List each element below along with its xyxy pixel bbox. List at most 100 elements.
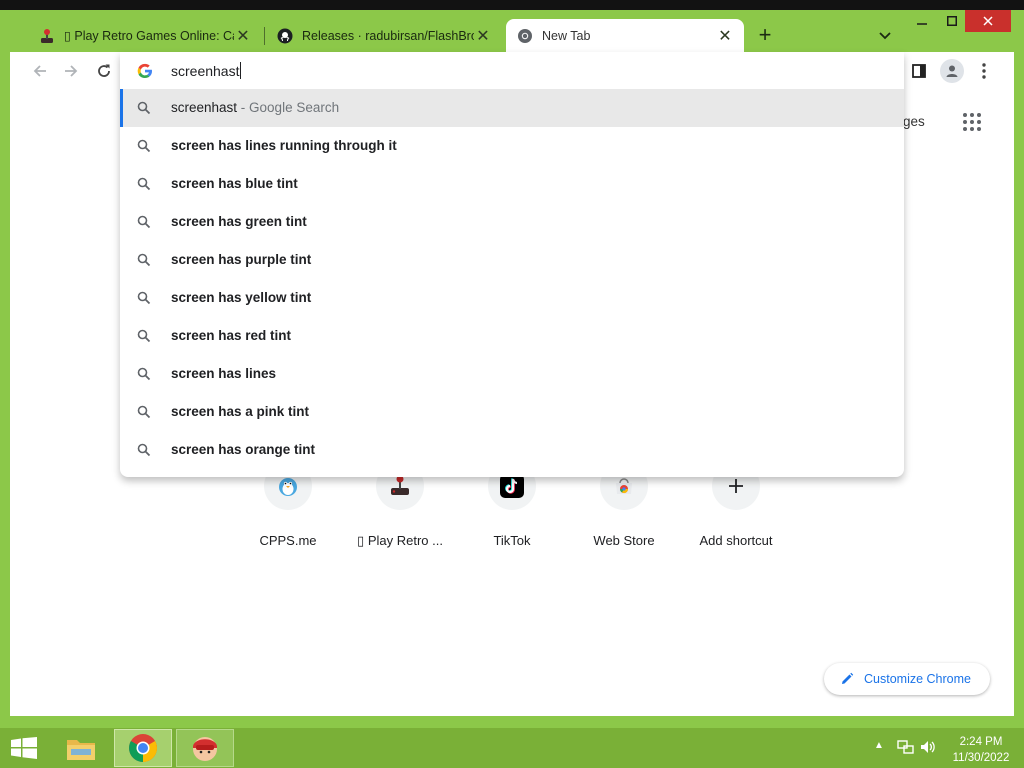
suggestion-bold-text: screen has green tint [171,214,307,229]
close-icon [983,16,993,26]
customize-chrome-button[interactable]: Customize Chrome [824,663,990,695]
taskbar-file-explorer[interactable] [52,729,110,767]
chrome-icon [516,27,534,45]
close-tab-icon[interactable]: ✕ [716,27,734,45]
close-tab-icon[interactable]: ✕ [474,27,492,45]
suggestion-text: screen has yellow tint [171,290,311,305]
suggestion-item[interactable]: screen has lines running through it [120,127,904,165]
suggestion-text: screen has lines [171,366,276,381]
network-icon[interactable] [897,738,915,756]
joystick-icon [391,475,409,495]
taskbar-flash-browser[interactable] [176,729,234,767]
pencil-icon [842,672,854,684]
shortcut-label: ▯ Play Retro ... [357,533,443,548]
plus-icon [729,479,743,493]
google-apps-button[interactable] [960,110,984,134]
suggestion-text: screen has orange tint [171,442,315,457]
folder-icon [67,740,95,760]
forward-button[interactable] [58,58,84,84]
suggestion-text: screenhast - Google Search [171,100,339,115]
tab-title: Releases · radubirsan/FlashBrows [302,28,474,43]
text-caret [240,62,241,79]
maximize-button[interactable] [935,10,969,32]
suggestion-text: screen has red tint [171,328,291,343]
reload-icon [98,64,110,77]
suggestion-item[interactable]: screen has blue tint [120,165,904,203]
search-icon [137,291,151,305]
arrow-left-icon [33,65,46,77]
volume-icon[interactable] [919,738,937,756]
minimize-button[interactable] [905,10,939,32]
tab-new-tab[interactable]: New Tab ✕ [506,19,744,52]
github-icon [276,27,294,45]
close-window-button[interactable] [965,10,1011,32]
tab-title: New Tab [542,28,591,43]
address-bar-input[interactable] [171,63,871,79]
suggestion-item[interactable]: screen has lines [120,355,904,393]
search-icon [137,101,151,115]
tab-divider [264,27,265,45]
suggestion-item[interactable]: screen has yellow tint [120,279,904,317]
profile-button[interactable] [940,59,964,83]
shortcut-label: TikTok [493,533,531,548]
tab-retro-games[interactable]: ▯ Play Retro Games Online: Cate ✕ [28,19,262,52]
joystick-icon [38,27,56,45]
suggestion-text: screen has blue tint [171,176,298,191]
suggestion-bold-text: screen has orange tint [171,442,316,457]
suggestion-bold-text: screen has lines running through it [171,138,397,153]
maximize-icon [947,16,957,26]
suggestion-item[interactable]: screen has red tint [120,317,904,355]
tab-title: ▯ Play Retro Games Online: Cate [64,29,234,43]
minimize-icon [917,23,927,25]
suggestion-item[interactable]: screen has a pink tint [120,393,904,431]
avatar-icon [946,65,958,77]
tab-releases[interactable]: Releases · radubirsan/FlashBrows ✕ [266,19,502,52]
customize-label: Customize Chrome [864,672,971,686]
suggestion-suffix: - Google Search [237,100,340,115]
flash-app-icon [193,737,217,761]
taskbar-clock[interactable]: 2:24 PM 11/30/2022 [948,734,1014,766]
suggestion-text: screen has purple tint [171,252,311,267]
tab-search-button[interactable] [874,26,896,46]
google-g-icon [137,63,153,79]
shortcut-label: Web Store [593,533,655,548]
suggestion-item[interactable]: screen has orange tint [120,431,904,469]
suggestion-item[interactable]: screen has green tint [120,203,904,241]
clock-date: 11/30/2022 [952,752,1010,764]
search-icon [137,329,151,343]
suggestion-text: screen has a pink tint [171,404,309,419]
more-vert-icon [982,63,986,79]
start-button[interactable] [8,734,40,762]
search-icon [137,215,151,229]
suggestion-search-query[interactable]: screenhast - Google Search [120,89,904,127]
suggestion-item[interactable]: screen has purple tint [120,241,904,279]
suggestion-query: screenhast [171,100,238,115]
suggestion-bold-text: screen has blue tint [171,176,298,191]
search-icon [137,139,151,153]
search-icon [137,177,151,191]
shortcut-label: CPPS.me [259,533,317,548]
chevron-down-icon [879,32,891,40]
suggestion-bold-text: screen has a pink tint [171,404,310,419]
suggestion-bold-text: screen has purple tint [171,252,312,267]
back-button[interactable] [27,58,53,84]
search-icon [137,443,151,457]
suggestion-bold-text: screen has yellow tint [171,290,312,305]
chrome-logo-icon [129,734,157,762]
tray-expand-icon[interactable]: ▲ [874,740,884,751]
clock-time: 2:24 PM [959,736,1003,748]
webstore-icon [616,478,632,494]
suggestion-bold-text: screen has red tint [171,328,292,343]
windows-icon [11,737,37,759]
search-icon [137,367,151,381]
close-tab-icon[interactable]: ✕ [234,27,252,45]
arrow-right-icon [65,65,78,77]
suggestion-text: screen has lines running through it [171,138,397,153]
taskbar-chrome[interactable] [114,729,172,767]
shortcut-label: Add shortcut [699,533,773,548]
side-panel-button[interactable] [908,60,930,82]
new-tab-button[interactable]: + [752,24,778,48]
reload-button[interactable] [91,58,117,84]
penguin-icon [279,478,297,496]
chrome-menu-button[interactable] [974,60,994,82]
